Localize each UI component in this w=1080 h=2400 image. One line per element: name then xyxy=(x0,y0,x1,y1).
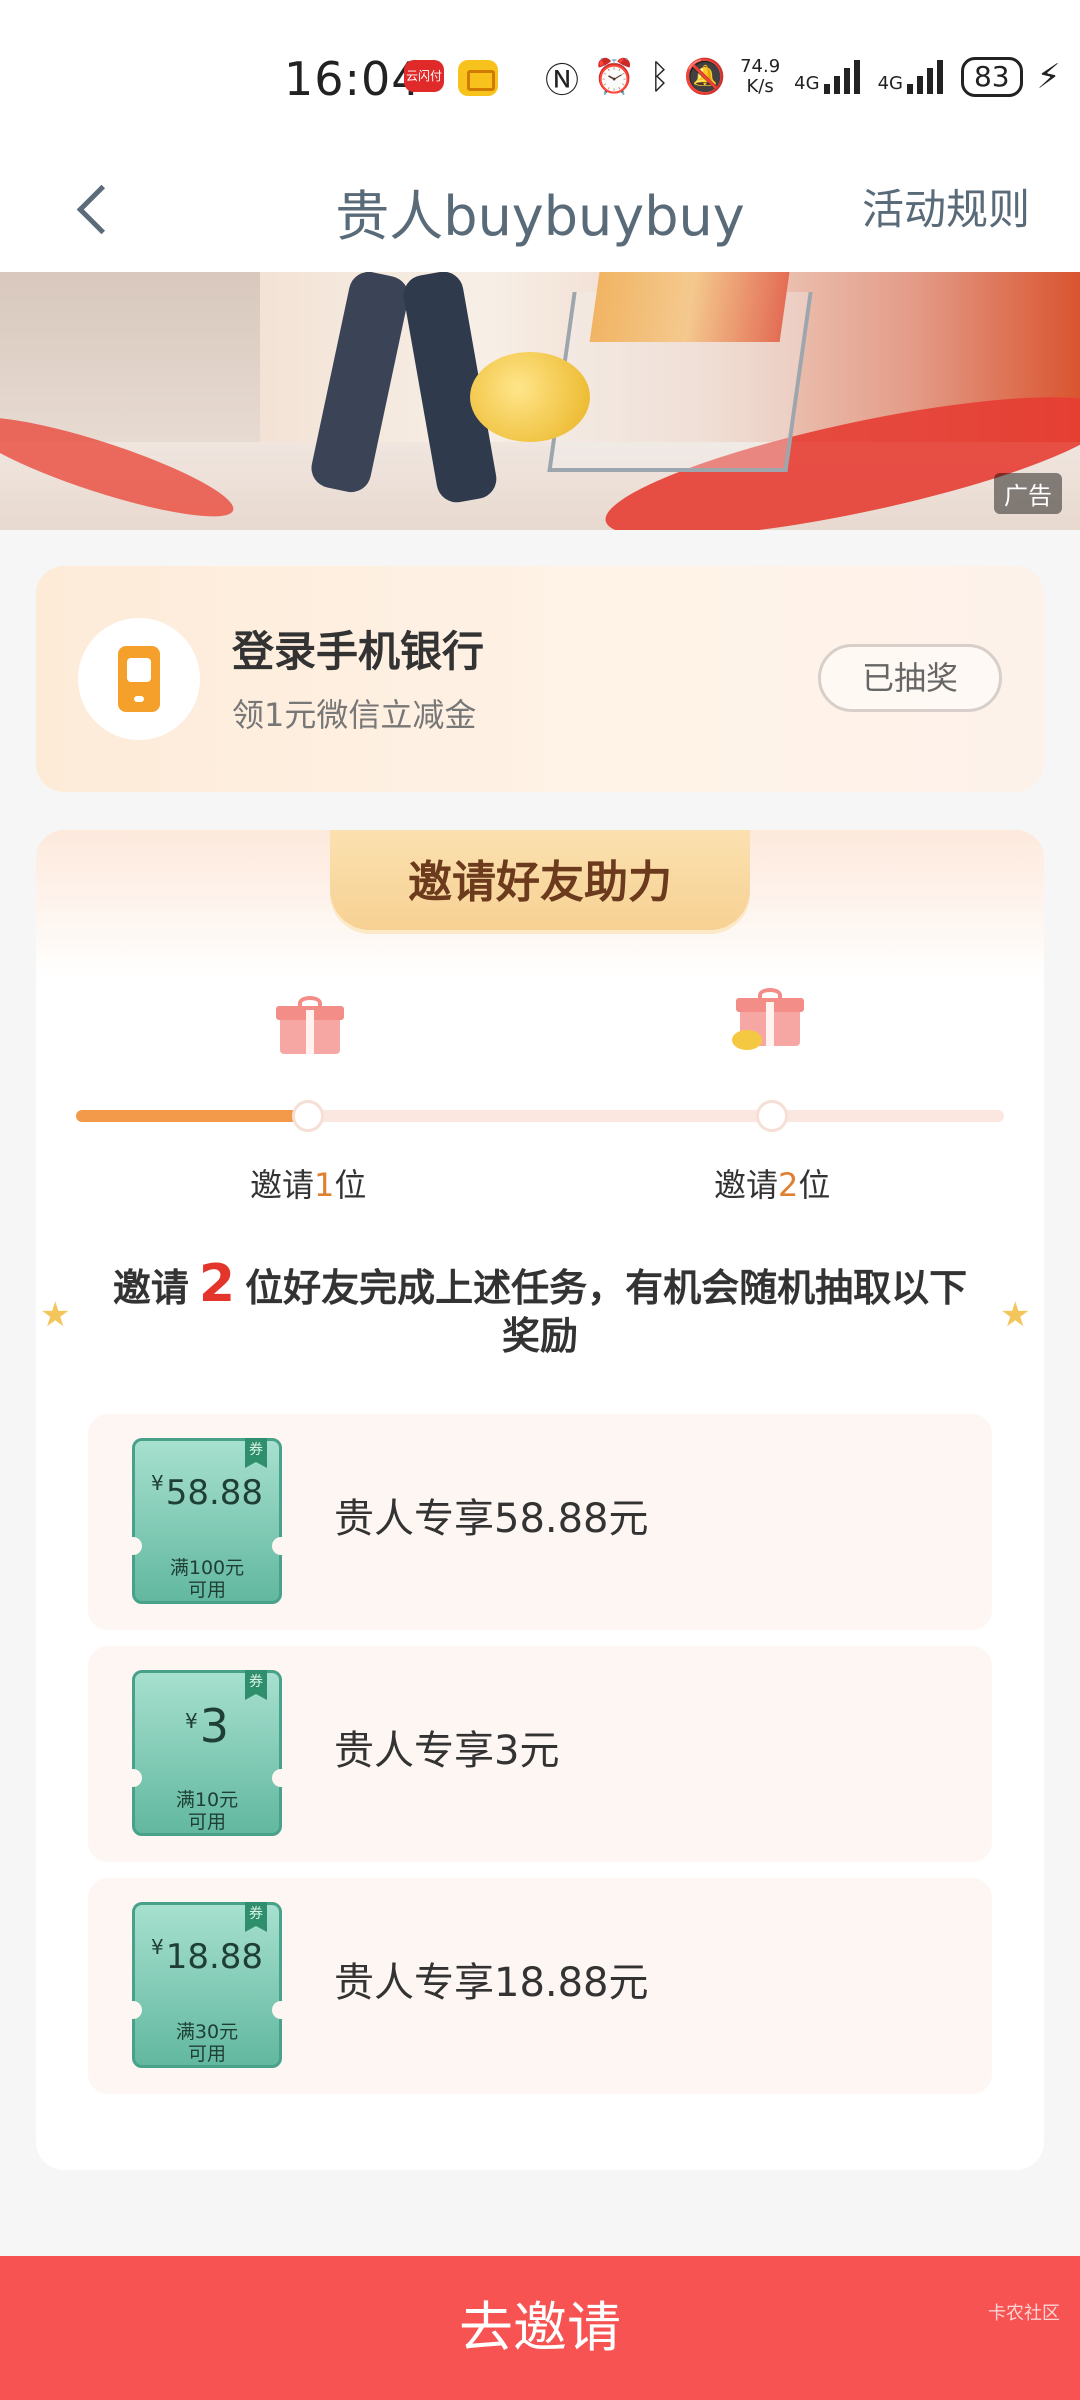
unionpay-notification-icon: 云闪付 xyxy=(404,60,444,92)
gift-icon xyxy=(276,996,344,1054)
task-icon xyxy=(78,618,200,740)
coupon-flag: 券 xyxy=(245,1670,267,1700)
signal-sim2-icon: 4G xyxy=(878,60,947,94)
coupon-icon: 券 ¥3 满10元 可用 xyxy=(124,1670,290,1836)
activity-rules-link[interactable]: 活动规则 xyxy=(862,176,1030,237)
reward-item: 券 ¥3 满10元 可用 贵人专享3元 xyxy=(88,1646,992,1862)
invite-header: 邀请好友助力 xyxy=(330,830,750,930)
mail-notification-icon xyxy=(458,60,498,96)
reward-item: 券 ¥18.88 满30元 可用 贵人专享18.88元 xyxy=(88,1878,992,2094)
progress-node-2 xyxy=(756,1100,788,1132)
drawn-status-button[interactable]: 已抽奖 xyxy=(818,644,1002,712)
bluetooth-icon: ᛒ xyxy=(649,57,670,97)
status-icons: Ⓝ ⏰ ᛒ 🔕 74.9 K/s 4G 4G 83 ⚡ xyxy=(545,52,1061,102)
mute-icon: 🔕 xyxy=(683,57,727,97)
phone-check-icon xyxy=(118,646,160,712)
reward-item: 券 ¥58.88 满100元 可用 贵人专享58.88元 xyxy=(88,1414,992,1630)
star-decoration-icon: ★ xyxy=(1000,1295,1031,1335)
step-label-2: 邀请2位 xyxy=(714,1166,831,1204)
coupon-flag: 券 xyxy=(245,1438,267,1468)
task-title: 登录手机银行 xyxy=(232,627,485,676)
invite-description: 邀请 2 位好友完成上述任务，有机会随机抽取以下奖励 xyxy=(112,1254,968,1358)
reward-name: 贵人专享18.88元 xyxy=(334,1960,649,2006)
invite-progress-track xyxy=(76,1100,1004,1132)
task-card: 登录手机银行 领1元微信立减金 已抽奖 xyxy=(36,566,1044,792)
coupon-icon: 券 ¥18.88 满30元 可用 xyxy=(124,1902,290,2068)
coupon-flag: 券 xyxy=(245,1902,267,1932)
battery-indicator: 83 xyxy=(960,57,1023,97)
invite-card: 邀请好友助力 邀请1位 邀请2位 ★ ★ 邀请 2 位好友完成上述任务，有机会随机抽… xyxy=(36,830,1044,2170)
step-label-1: 邀请1位 xyxy=(250,1166,367,1204)
shopping-cart-illustration xyxy=(547,292,813,472)
nav-bar: 贵人buybuybuy 活动规则 xyxy=(0,150,1080,272)
net-speed: 74.9 K/s xyxy=(740,56,781,97)
task-subtitle: 领1元微信立减金 xyxy=(232,696,477,734)
coin-illustration xyxy=(470,352,590,442)
charging-icon: ⚡ xyxy=(1036,57,1061,97)
reward-list: 券 ¥58.88 满100元 可用 贵人专享58.88元 券 ¥3 满10元 可用 … xyxy=(88,1414,992,2110)
watermark: 卡农社区 xyxy=(988,2303,1060,2324)
coupon-icon: 券 ¥58.88 满100元 可用 xyxy=(124,1438,290,1604)
nfc-icon: Ⓝ xyxy=(545,60,579,101)
go-invite-button[interactable]: 去邀请 卡农社区 xyxy=(0,2256,1080,2400)
signal-sim1-icon: 4G xyxy=(794,60,863,94)
alarm-icon: ⏰ xyxy=(593,57,636,97)
reward-name: 贵人专享3元 xyxy=(334,1728,560,1774)
reward-name: 贵人专享58.88元 xyxy=(334,1496,649,1542)
invite-header-title: 邀请好友助力 xyxy=(408,857,672,908)
progress-node-1 xyxy=(292,1100,324,1132)
gift-coin-icon xyxy=(732,988,804,1050)
status-bar: 16:04 云闪付 Ⓝ ⏰ ᛒ 🔕 74.9 K/s 4G 4G 83 ⚡ xyxy=(0,0,1080,150)
invite-progress-fill xyxy=(76,1110,308,1122)
status-time: 16:04 xyxy=(284,52,422,106)
star-decoration-icon: ★ xyxy=(40,1295,71,1335)
ad-label: 广告 xyxy=(994,473,1062,514)
promo-banner[interactable]: 广告 xyxy=(0,272,1080,530)
